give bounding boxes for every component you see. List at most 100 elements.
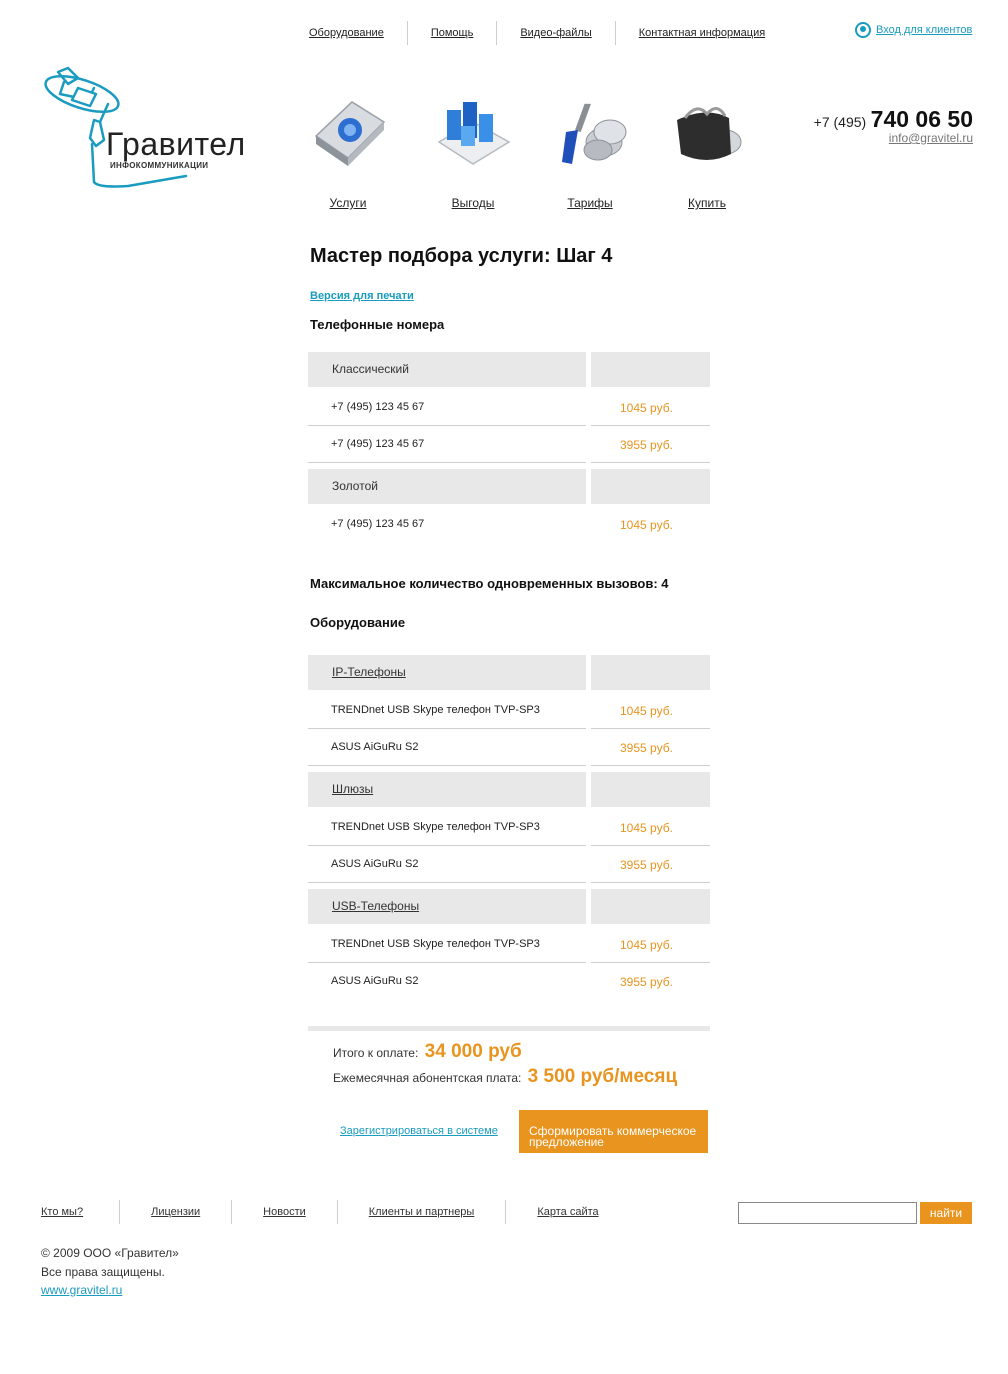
phones-table: Классический +7 (495) 123 45 67 1045 руб…: [308, 352, 710, 543]
footer-nav: Кто мы? Лицензии Новости Клиенты и партн…: [38, 1200, 630, 1224]
table-row: ASUS AiGuRu S2 3955 руб.: [308, 846, 710, 883]
book-icon: [314, 101, 386, 166]
row-name: ASUS AiGuRu S2: [308, 729, 586, 766]
group-link-ip-phones[interactable]: IP-Телефоны: [332, 665, 406, 679]
main-content: Мастер подбора услуги: Шаг 4 Версия для …: [308, 245, 710, 1153]
table-row: +7 (495) 123 45 67 1045 руб.: [308, 506, 710, 543]
copyright-text: © 2009 ООО «Гравител»: [41, 1246, 179, 1260]
table-row: ASUS AiGuRu S2 3955 руб.: [308, 963, 710, 1000]
group-label[interactable]: USB-Телефоны: [308, 889, 586, 924]
row-name: TRENDnet USB Skype телефон TVP-SP3: [308, 809, 586, 846]
phone-prefix: +7 (495): [813, 114, 867, 130]
footer-link-about[interactable]: Кто мы?: [38, 1200, 119, 1224]
row-price: 1045 руб.: [620, 518, 673, 532]
group-label: Классический: [308, 352, 586, 387]
totals-block: Итого к оплате: 34 000 руб Ежемесячная а…: [308, 1026, 710, 1087]
user-icon: [855, 22, 871, 38]
icon-benefits-label[interactable]: Выгоды: [423, 196, 523, 210]
copyright-block: © 2009 ООО «Гравител» Все права защищены…: [41, 1244, 179, 1300]
topnav-equipment[interactable]: Оборудование: [300, 21, 407, 45]
create-offer-button[interactable]: Сформировать коммерческое предложение: [519, 1110, 708, 1153]
row-name: TRENDnet USB Skype телефон TVP-SP3: [308, 692, 586, 729]
search-button[interactable]: найти: [920, 1202, 972, 1224]
footer-link-sitemap[interactable]: Карта сайта: [505, 1200, 629, 1224]
row-name: ASUS AiGuRu S2: [308, 846, 586, 883]
group-price-cell: [591, 655, 710, 690]
topnav-contacts[interactable]: Контактная информация: [614, 21, 788, 45]
table-group-row: USB-Телефоны: [308, 889, 710, 926]
group-label[interactable]: Шлюзы: [308, 772, 586, 807]
equipment-section-title: Оборудование: [310, 615, 406, 630]
register-link[interactable]: Зарегистрироваться в системе: [340, 1125, 498, 1137]
table-row: TRENDnet USB Skype телефон TVP-SP3 1045 …: [308, 692, 710, 729]
table-row: TRENDnet USB Skype телефон TVP-SP3 1045 …: [308, 809, 710, 846]
page-title: Мастер подбора услуги: Шаг 4: [310, 245, 613, 267]
table-group-row: Шлюзы: [308, 772, 710, 809]
table-row: ASUS AiGuRu S2 3955 руб.: [308, 729, 710, 766]
group-link-usb-phones[interactable]: USB-Телефоны: [332, 899, 419, 913]
client-login[interactable]: Вход для клиентов: [855, 22, 972, 38]
table-group-row: IP-Телефоны: [308, 655, 710, 692]
row-price: 1045 руб.: [591, 389, 710, 426]
icon-services[interactable]: Услуги: [298, 92, 398, 212]
equipment-table: IP-Телефоны TRENDnet USB Skype телефон T…: [308, 655, 710, 1000]
total-amount: 34 000 руб: [424, 1041, 522, 1062]
table-group-row: Классический: [308, 352, 710, 389]
row-price: 3955 руб.: [591, 729, 710, 766]
client-login-link[interactable]: Вход для клиентов: [876, 24, 972, 36]
icon-tariffs-label[interactable]: Тарифы: [540, 196, 640, 210]
tools-coins-icon: [562, 103, 627, 164]
table-row: TRENDnet USB Skype телефон TVP-SP3 1045 …: [308, 926, 710, 963]
phones-section-title: Телефонные номера: [310, 317, 445, 332]
monthly-line: Ежемесячная абонентская плата: 3 500 руб…: [333, 1066, 677, 1088]
row-name: ASUS AiGuRu S2: [331, 975, 419, 987]
group-price-cell: [591, 889, 710, 924]
monthly-label: Ежемесячная абонентская плата:: [333, 1071, 522, 1085]
total-line: Итого к оплате: 34 000 руб: [333, 1041, 522, 1063]
group-label: Золотой: [308, 469, 586, 504]
total-label: Итого к оплате:: [333, 1046, 419, 1060]
group-price-cell: [591, 352, 710, 387]
logo-brand: Гравител: [106, 126, 246, 162]
icon-buy-label[interactable]: Купить: [657, 196, 757, 210]
max-calls-text: Максимальное количество одновременных вы…: [310, 576, 669, 591]
icon-benefits[interactable]: Выгоды: [423, 92, 523, 212]
row-name: TRENDnet USB Skype телефон TVP-SP3: [308, 926, 586, 963]
contact-block: +7 (495) 740 06 50 info@gravitel.ru: [814, 106, 973, 145]
print-version-link[interactable]: Версия для печати: [310, 290, 414, 302]
rights-text: Все права защищены.: [41, 1264, 165, 1279]
group-price-cell: [591, 772, 710, 807]
logo[interactable]: Гравител ИНФОКОММУНИКАЦИИ: [38, 64, 268, 192]
search-input[interactable]: [738, 1202, 917, 1224]
row-name: +7 (495) 123 45 67: [308, 426, 586, 463]
topnav-video[interactable]: Видео-файлы: [496, 21, 614, 45]
monthly-amount: 3 500 руб/месяц: [527, 1066, 678, 1087]
row-price: 3955 руб.: [591, 426, 710, 463]
icon-services-label[interactable]: Услуги: [298, 196, 398, 210]
top-nav: Оборудование Помощь Видео-файлы Контактн…: [300, 20, 788, 46]
wallet-icon: [677, 107, 742, 160]
group-link-gateways[interactable]: Шлюзы: [332, 782, 373, 796]
services-icon-row: Услуги Выгоды Тарифы Купить: [306, 92, 766, 212]
footer-link-licenses[interactable]: Лицензии: [119, 1200, 231, 1224]
icon-tariffs[interactable]: Тарифы: [540, 92, 640, 212]
row-price: 3955 руб.: [620, 975, 673, 989]
table-group-row: Золотой: [308, 469, 710, 506]
row-name: +7 (495) 123 45 67: [308, 389, 586, 426]
row-price: 1045 руб.: [591, 926, 710, 963]
email-link[interactable]: info@gravitel.ru: [814, 131, 973, 145]
row-price: 1045 руб.: [591, 809, 710, 846]
footer-link-clients[interactable]: Клиенты и партнеры: [336, 1200, 506, 1224]
row-price: 3955 руб.: [591, 846, 710, 883]
group-price-cell: [591, 469, 710, 504]
icon-buy[interactable]: Купить: [657, 92, 757, 212]
topnav-help[interactable]: Помощь: [406, 21, 497, 45]
logo-subtitle: ИНФОКОММУНИКАЦИИ: [110, 161, 209, 170]
group-label[interactable]: IP-Телефоны: [308, 655, 586, 690]
table-row: +7 (495) 123 45 67 1045 руб.: [308, 389, 710, 426]
site-link[interactable]: www.gravitel.ru: [41, 1283, 122, 1297]
phone-number: 740 06 50: [870, 106, 973, 132]
footer-link-news[interactable]: Новости: [231, 1200, 337, 1224]
row-name: +7 (495) 123 45 67: [331, 518, 425, 530]
table-row: +7 (495) 123 45 67 3955 руб.: [308, 426, 710, 463]
